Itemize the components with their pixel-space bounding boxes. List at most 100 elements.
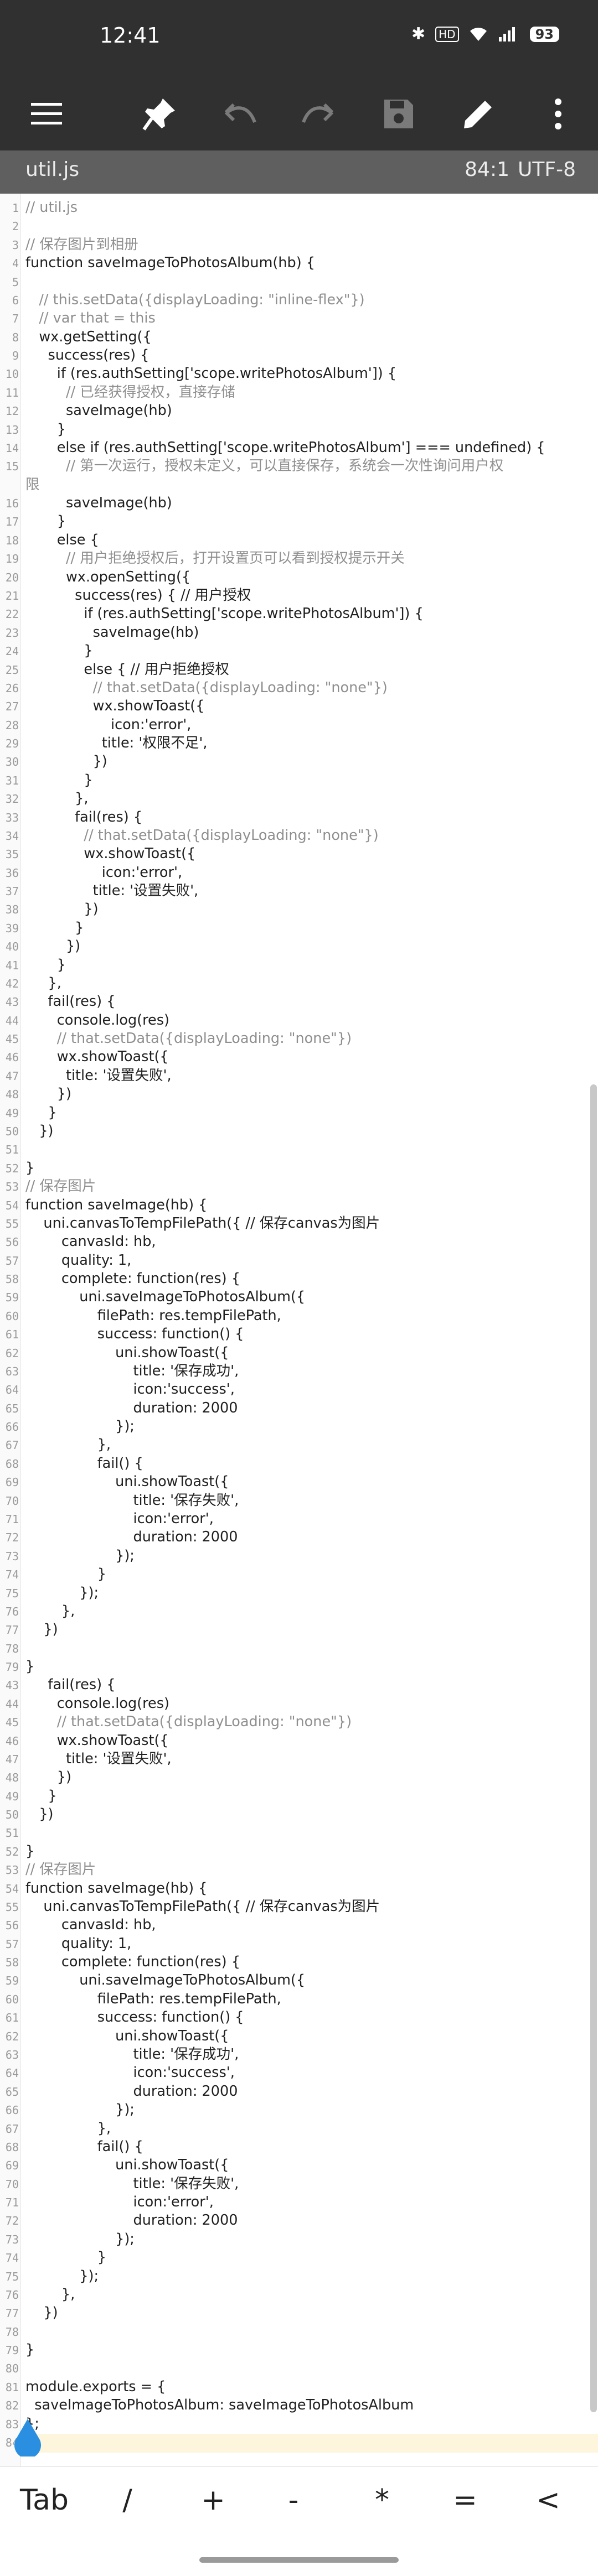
key-3[interactable]: - xyxy=(260,2478,327,2522)
code-line: duration: 2000 xyxy=(25,1529,238,1546)
key-0[interactable]: Tab xyxy=(11,2478,78,2522)
line-number: 56 xyxy=(5,1919,19,1933)
menu-icon[interactable] xyxy=(24,92,69,136)
save-icon[interactable] xyxy=(377,92,421,136)
line-number: 79 xyxy=(5,1660,19,1674)
code-line: console.log(res) xyxy=(25,1695,169,1712)
line-number: 21 xyxy=(5,589,19,603)
code-line: wx.showToast({ xyxy=(25,1732,169,1749)
scrollbar-thumb[interactable] xyxy=(590,1084,597,2412)
wifi-icon xyxy=(470,27,487,41)
cursor-handle-icon[interactable] xyxy=(12,2418,43,2456)
line-number: 45 xyxy=(5,1716,19,1730)
line-number: 55 xyxy=(5,1900,19,1914)
line-number: 30 xyxy=(5,755,19,769)
key-6[interactable]: < xyxy=(515,2478,581,2522)
line-number: 77 xyxy=(5,2307,19,2320)
line-number: 25 xyxy=(5,663,19,677)
line-number: 10 xyxy=(5,367,19,381)
redo-icon[interactable] xyxy=(297,92,341,136)
line-number: 68 xyxy=(5,1457,19,1471)
code-line: function saveImageToPhotosAlbum(hb) { xyxy=(25,255,315,272)
line-number: 52 xyxy=(5,1845,19,1858)
line-number: 20 xyxy=(5,570,19,584)
code-editor[interactable]: 1 2 3 4 5 6 7 8 9 10 11 12 13 14 15 16 17 18 19 20 21 22 23 24 2… xyxy=(0,194,598,2466)
pin-icon[interactable] xyxy=(137,92,182,136)
code-line: complete: function(res) { xyxy=(25,1954,240,1971)
more-options-icon[interactable] xyxy=(536,92,580,136)
line-number: 8 xyxy=(12,330,19,344)
code-line: icon:'success', xyxy=(25,2064,235,2081)
code-line: } xyxy=(25,1566,106,1583)
line-number: 5 xyxy=(12,275,19,289)
key-5[interactable]: = xyxy=(432,2478,498,2522)
code-line: canvasId: hb, xyxy=(25,1233,156,1250)
code-line: success(res) { // 用户授权 xyxy=(25,586,251,604)
code-line: } xyxy=(25,1658,35,1675)
code-line: function saveImage(hb) { xyxy=(25,1196,208,1213)
navigation-bar xyxy=(0,2533,598,2576)
code-line: if (res.authSetting['scope.writePhotosAl… xyxy=(25,365,397,382)
line-number: 18 xyxy=(5,533,19,547)
file-encoding[interactable]: UTF-8 xyxy=(518,158,576,181)
line-number: 69 xyxy=(5,1476,19,1489)
code-line: fail() { xyxy=(25,1455,143,1472)
code-line: wx.showToast({ xyxy=(25,845,196,863)
code-line: wx.getSetting({ xyxy=(25,328,152,345)
code-line: uni.showToast({ xyxy=(25,1344,229,1361)
code-line: fail() { xyxy=(25,2138,143,2155)
code-line: // that.setData({displayLoading: "none"}… xyxy=(25,679,388,696)
code-line: icon:'error', xyxy=(25,2194,214,2211)
line-number: 82 xyxy=(5,2399,19,2413)
line-number: 43 xyxy=(5,1679,19,1692)
line-number-gutter: 1 2 3 4 5 6 7 8 9 10 11 12 13 14 15 16 17 18 19 20 21 22 23 24 2… xyxy=(0,194,20,2466)
code-line: title: '设置失败', xyxy=(25,1750,172,1767)
line-number: 70 xyxy=(5,1494,19,1508)
code-line: filePath: res.tempFilePath, xyxy=(25,1307,281,1324)
code-line: canvasId: hb, xyxy=(25,1917,156,1934)
code-line: }); xyxy=(25,2230,135,2247)
line-number: 65 xyxy=(5,1401,19,1415)
code-line: }, xyxy=(25,1436,111,1453)
line-number: 59 xyxy=(5,1291,19,1305)
line-number: 67 xyxy=(5,1438,19,1452)
key-1[interactable]: / xyxy=(94,2478,161,2522)
line-number: 64 xyxy=(5,1383,19,1397)
line-number: 78 xyxy=(5,2325,19,2339)
code-line: duration: 2000 xyxy=(25,2082,238,2100)
line-number: 7 xyxy=(12,312,19,326)
line-number: 53 xyxy=(5,1863,19,1877)
code-line: else if (res.authSetting['scope.writePho… xyxy=(25,439,545,456)
code-line: }) xyxy=(25,1806,54,1823)
code-line: filePath: res.tempFilePath, xyxy=(25,1990,281,2007)
code-line: uni.canvasToTempFilePath({ // 保存canvas为图… xyxy=(25,1898,380,1915)
code-line: saveImage(hb) xyxy=(25,495,172,512)
line-number: 27 xyxy=(5,700,19,714)
code-line: } xyxy=(25,2341,35,2359)
line-number: 75 xyxy=(5,2269,19,2283)
code-line: } xyxy=(25,956,66,973)
battery-icon: 93 xyxy=(529,26,559,42)
line-number: 49 xyxy=(5,1789,19,1803)
code-line: success: function() { xyxy=(25,2009,244,2026)
line-number: 9 xyxy=(12,349,19,363)
code-line: saveImage(hb) xyxy=(25,402,172,419)
line-number: 59 xyxy=(5,1974,19,1988)
line-number: 61 xyxy=(5,2011,19,2025)
code-line: } xyxy=(25,513,66,530)
home-gesture-pill[interactable] xyxy=(199,2557,399,2563)
key-2[interactable]: + xyxy=(180,2478,246,2522)
status-bar: 12:41 ✱ HD 93 xyxy=(0,0,598,77)
code-line: module.exports = { xyxy=(25,2378,166,2395)
edit-icon[interactable] xyxy=(456,92,501,136)
line-number: 12 xyxy=(5,404,19,418)
line-number: 66 xyxy=(5,1420,19,1434)
code-line: }) xyxy=(25,2304,58,2321)
code-line: }, xyxy=(25,1602,75,1619)
undo-icon[interactable] xyxy=(217,92,261,136)
status-icons: ✱ HD 93 xyxy=(411,24,559,44)
code-line: icon:'success', xyxy=(25,1381,235,1398)
code-line: icon:'error', xyxy=(25,716,192,733)
code-line: // util.js xyxy=(25,199,78,216)
key-4[interactable]: * xyxy=(349,2478,415,2522)
